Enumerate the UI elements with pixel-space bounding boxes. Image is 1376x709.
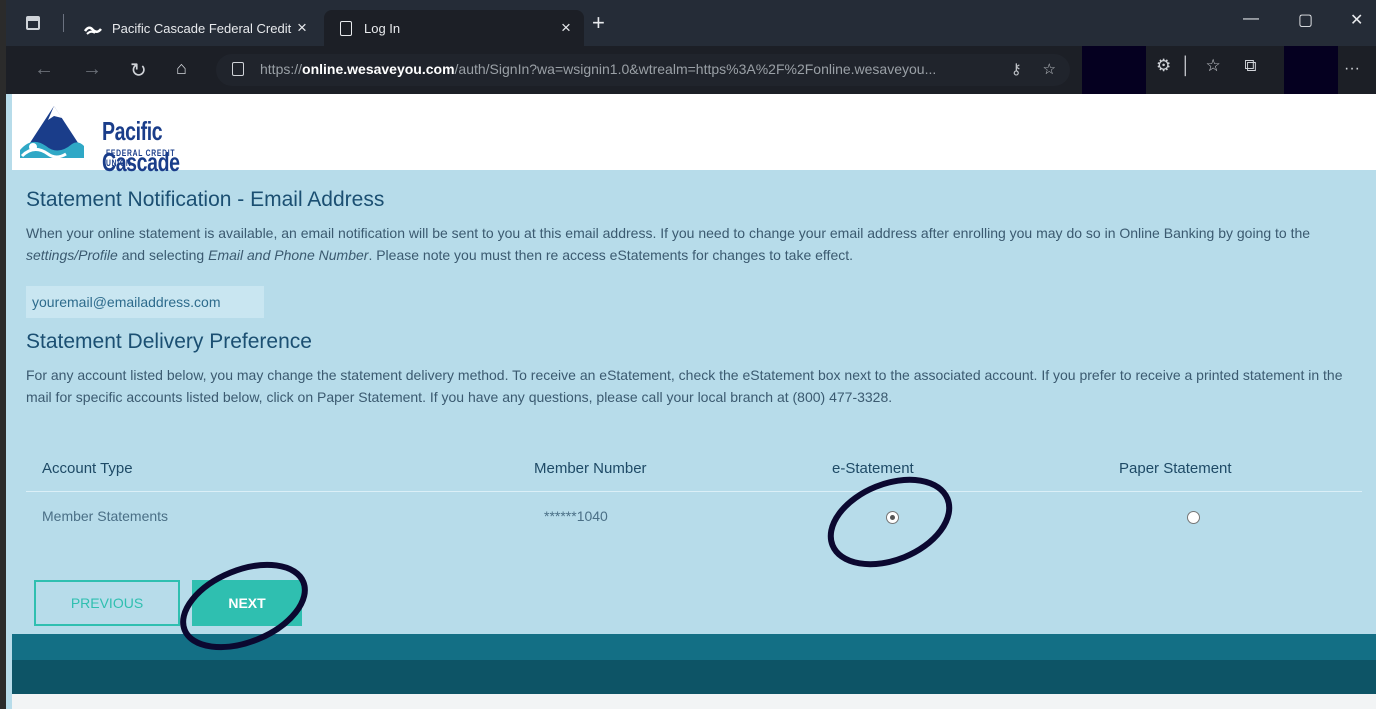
header-account-type: Account Type [42,460,133,477]
email-section-title: Statement Notification - Email Address [26,188,385,211]
table-header: Account Type Member Number e-Statement P… [26,452,1362,492]
site-header: Pacific Cascade FEDERAL CREDIT UNION [12,94,1376,177]
close-tab-icon[interactable]: × [292,18,312,38]
close-window-button[interactable]: ✕ [1350,10,1363,30]
member-number-cell: ******1040 [544,508,608,524]
settings-menu-icon[interactable]: ··· [1344,60,1360,78]
email-section-description: When your online statement is available,… [26,225,1311,263]
add-favorite-icon[interactable]: ☆ [1043,61,1056,78]
header-e-statement: e-Statement [832,460,914,477]
tab-pacific-cascade[interactable]: Pacific Cascade Federal Credit Ur × [76,10,320,46]
tab-title: Log In [364,20,401,36]
web-page: Pacific Cascade FEDERAL CREDIT UNION Sta… [12,94,1376,709]
footer-band-bottom [12,660,1376,694]
maximize-button[interactable]: ▢ [1298,10,1313,30]
footer-band-top [12,634,1376,660]
omnibox-icons: ⚷ ☆ [1011,60,1056,78]
refresh-icon[interactable]: ↻ [130,58,147,83]
browser-window: Pacific Cascade Federal Credit Ur × Log … [0,0,1376,709]
home-icon[interactable]: ⌂ [176,58,187,79]
delivery-section-description: For any account listed below, you may ch… [26,367,1343,405]
logo-name: Pacific Cascade [102,116,180,177]
tab-separator [63,14,64,32]
lock-icon[interactable] [232,62,244,76]
extensions-icon[interactable]: ⚙ [1156,56,1171,75]
back-icon[interactable]: ← [34,58,54,81]
redacted-area [1082,46,1146,94]
page-bottom [12,694,1376,709]
toolbar-icons: ⚙ │ ☆ ⧉ [1156,56,1257,75]
delivery-section-title: Statement Delivery Preference [26,330,312,353]
url-text[interactable]: https://online.wesaveyou.com/auth/SignIn… [260,61,1020,77]
key-icon[interactable]: ⚷ [1011,61,1022,78]
previous-button[interactable]: PREVIOUS [34,580,180,626]
page-icon [340,20,352,36]
header-paper-statement: Paper Statement [1119,460,1232,477]
mountain-wave-logo-icon [20,106,84,159]
collections-icon[interactable]: ⧉ [1244,56,1256,75]
address-bar[interactable]: https://online.wesaveyou.com/auth/SignIn… [216,54,1070,86]
new-tab-button[interactable]: + [592,10,605,36]
logo-subtitle: FEDERAL CREDIT UNION [106,148,176,168]
redacted-area [1284,46,1338,94]
close-tab-icon[interactable]: × [556,18,576,38]
pacific-cascade-favicon-icon [84,26,102,35]
statement-form: Statement Notification - Email Address W… [12,170,1376,634]
tab-log-in[interactable]: Log In × [324,10,584,46]
next-button[interactable]: NEXT [192,580,302,626]
e-statement-radio[interactable] [886,511,899,524]
navigation-bar: ← → ↻ ⌂ https://online.wesaveyou.com/aut… [6,46,1376,94]
pacific-cascade-logo[interactable]: Pacific Cascade FEDERAL CREDIT UNION [18,100,218,177]
forward-icon[interactable]: → [82,58,102,81]
account-type-cell: Member Statements [42,508,169,524]
header-member-number: Member Number [534,460,647,477]
favorites-icon[interactable]: ☆ [1206,56,1221,75]
tab-title: Pacific Cascade Federal Credit Ur [112,20,292,36]
paper-statement-radio[interactable] [1187,511,1200,524]
tab-strip: Pacific Cascade Federal Credit Ur × Log … [6,0,1376,46]
tab-actions-icon[interactable] [26,16,40,30]
minimize-button[interactable]: — [1243,10,1259,28]
email-field[interactable]: youremail@emailaddress.com [26,286,264,318]
table-row: Member Statements ******1040 [26,494,1362,546]
